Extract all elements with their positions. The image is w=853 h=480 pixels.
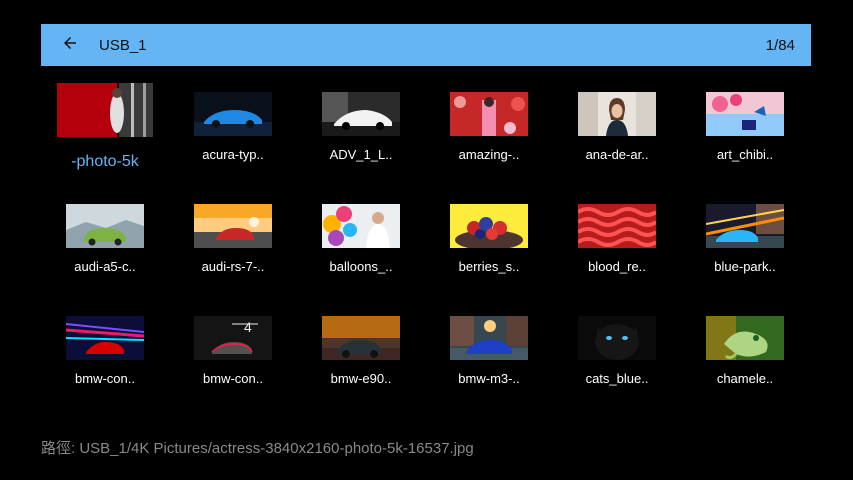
folder-title: USB_1 [99,37,147,54]
file-tile[interactable]: bmw-m3-.. [425,304,553,404]
thumbnail-image [322,204,400,248]
thumbnail-image [578,316,656,360]
file-label: bmw-m3-.. [458,371,520,386]
thumbnail-image [322,316,400,360]
file-tile[interactable]: 4 bmw-con.. [169,304,297,404]
file-tile[interactable]: chamele.. [681,304,809,404]
file-label: amazing-.. [458,147,520,162]
file-tile[interactable]: audi-a5-c.. [41,192,169,292]
file-label: bmw-con.. [75,371,135,386]
thumbnail-image [450,316,528,360]
file-tile[interactable]: berries_s.. [425,192,553,292]
file-label: audi-rs-7-.. [201,259,265,274]
file-tile[interactable]: amazing-.. [425,80,553,180]
file-tile[interactable]: acura-typ.. [169,80,297,180]
file-browser: USB_1 1/84 -photo-5k acura-typ.. ADV_1_L… [0,0,853,480]
file-tile[interactable]: balloons_.. [297,192,425,292]
header-bar: USB_1 1/84 [41,24,811,66]
thumbnail-image [706,92,784,136]
back-button[interactable] [59,32,81,54]
file-tile[interactable]: ADV_1_L.. [297,80,425,180]
thumbnail-image [450,92,528,136]
file-tile[interactable]: audi-rs-7-.. [169,192,297,292]
file-label: bmw-con.. [203,371,263,386]
item-counter: 1/84 [765,37,795,54]
thumbnail-image [66,204,144,248]
file-path: 路徑: USB_1/4K Pictures/actress-3840x2160-… [41,440,474,457]
file-tile[interactable]: -photo-5k [41,80,169,180]
thumbnail-image [322,92,400,136]
thumbnail-image [578,204,656,248]
file-label: ana-de-ar.. [585,147,649,162]
file-label: berries_s.. [458,259,520,274]
file-label: balloons_.. [329,259,393,274]
arrow-left-icon [64,37,76,49]
file-tile[interactable]: blue-park.. [681,192,809,292]
file-label: ADV_1_L.. [329,147,393,162]
file-label: art_chibi.. [716,147,774,162]
file-tile[interactable]: cats_blue.. [553,304,681,404]
file-label: chamele.. [716,371,774,386]
thumbnail-grid: -photo-5k acura-typ.. ADV_1_L.. amazing-… [41,80,811,420]
file-label: -photo-5k [71,153,139,170]
file-tile[interactable]: bmw-e90.. [297,304,425,404]
file-tile[interactable]: blood_re.. [553,192,681,292]
file-tile[interactable]: ana-de-ar.. [553,80,681,180]
file-label: cats_blue.. [585,371,649,386]
thumbnail-image [578,92,656,136]
thumbnail-image [66,316,144,360]
file-label: blue-park.. [714,259,776,274]
svg-text:4: 4 [244,319,252,335]
file-label: acura-typ.. [202,147,264,162]
file-label: audi-a5-c.. [74,259,136,274]
file-tile[interactable]: bmw-con.. [41,304,169,404]
file-label: blood_re.. [588,259,646,274]
thumbnail-image [57,83,153,137]
file-tile[interactable]: art_chibi.. [681,80,809,180]
thumbnail-image: 4 [194,316,272,360]
thumbnail-image [706,316,784,360]
thumbnail-image [450,204,528,248]
thumbnail-image [706,204,784,248]
thumbnail-image [194,204,272,248]
file-label: bmw-e90.. [330,371,392,386]
thumbnail-image [194,92,272,136]
